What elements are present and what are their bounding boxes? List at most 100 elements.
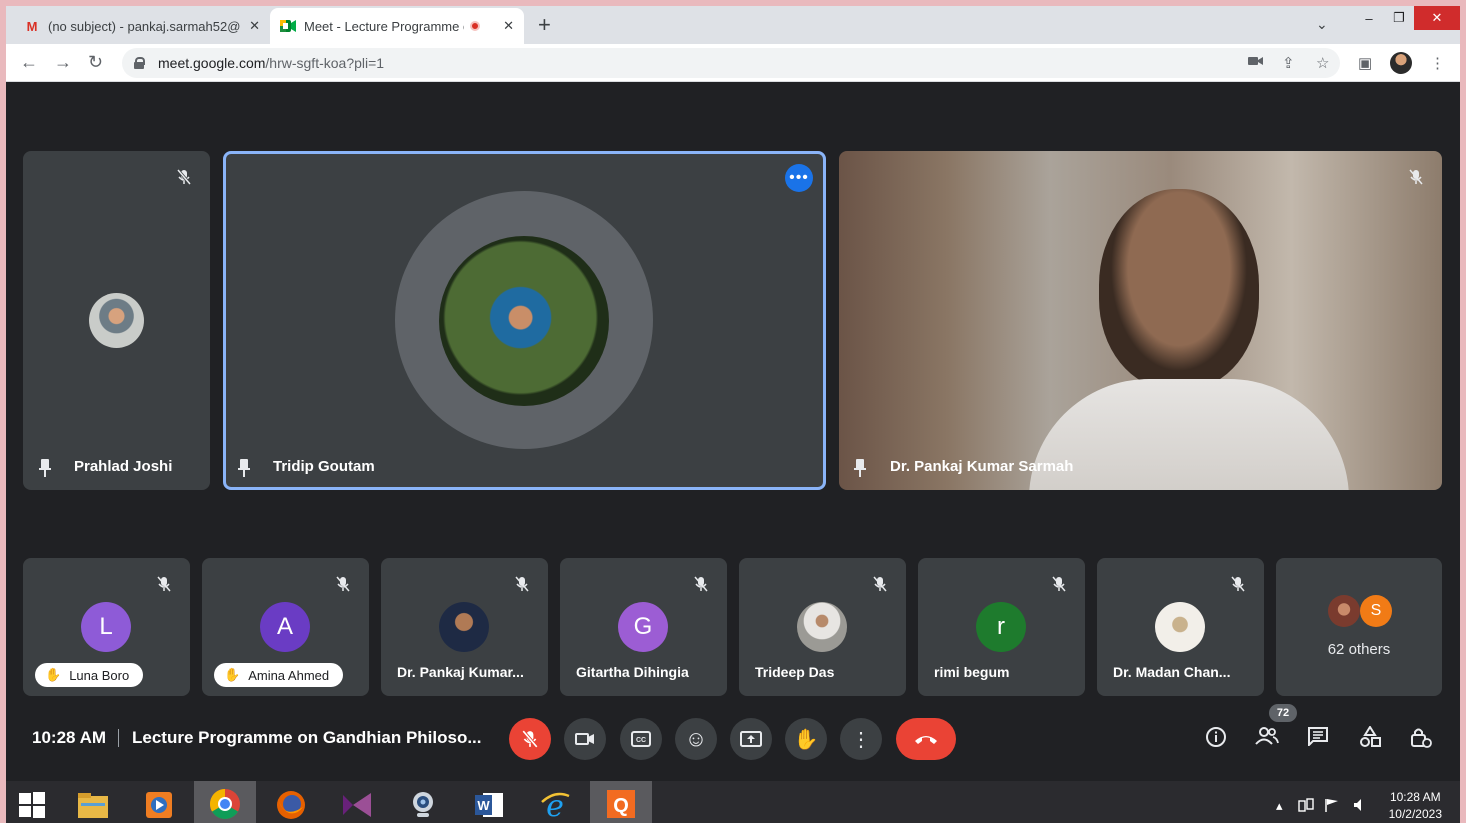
minimize-icon[interactable]: –: [1354, 6, 1384, 30]
share-icon[interactable]: ⇪: [1282, 54, 1295, 72]
webcam-icon: [413, 792, 433, 817]
camera-indicator-icon[interactable]: [1248, 54, 1264, 71]
raised-hand-chip: ✋ Luna Boro: [35, 663, 144, 687]
pin-icon[interactable]: [238, 459, 250, 477]
participant-tile[interactable]: Dr. Pankaj Kumar...: [381, 558, 548, 696]
tab-title: (no subject) - pankaj.sarmah52@: [48, 18, 241, 34]
taskbar-internet-explorer[interactable]: e: [524, 781, 586, 823]
microphone-toggle-button[interactable]: [509, 718, 551, 760]
taskbar-firefox[interactable]: [260, 781, 322, 823]
participant-avatar: [439, 602, 489, 652]
participant-name: Prahlad Joshi: [74, 458, 173, 475]
taskbar-q-app[interactable]: Q: [590, 781, 652, 823]
participant-name: Amina Ahmed: [248, 667, 330, 683]
others-count: 62 others: [1327, 641, 1391, 658]
mic-off-icon: [333, 574, 353, 594]
tab-search-icon[interactable]: ⌄: [1316, 16, 1328, 33]
speaking-indicator-icon: •••: [785, 164, 813, 192]
browser-toolbar: ← → ↻ meet.google.com/hrw-sgft-koa?pli=1…: [6, 44, 1460, 82]
side-panel-icon[interactable]: ▣: [1358, 54, 1372, 72]
mic-off-icon: [154, 574, 174, 594]
network-icon[interactable]: [1298, 798, 1314, 815]
close-tab-icon[interactable]: ✕: [503, 18, 514, 34]
captions-button[interactable]: CC: [620, 718, 662, 760]
mic-off-icon: [870, 574, 890, 594]
participant-tile[interactable]: A ✋ Amina Ahmed: [202, 558, 369, 696]
participant-initial-avatar: L: [81, 602, 131, 652]
pin-icon[interactable]: [854, 459, 866, 477]
taskbar-file-explorer[interactable]: [62, 781, 124, 823]
more-options-button[interactable]: ⋮: [840, 718, 882, 760]
participant-initial-avatar: A: [260, 602, 310, 652]
participant-tile[interactable]: Trideep Das: [739, 558, 906, 696]
back-icon[interactable]: ←: [20, 52, 38, 73]
participant-tile-active-speaker[interactable]: ••• Tridip Goutam: [223, 151, 826, 490]
lock-icon: [134, 57, 145, 69]
divider: [118, 729, 119, 747]
chat-icon[interactable]: [1307, 726, 1329, 752]
leave-call-button[interactable]: [896, 718, 956, 760]
participant-tile[interactable]: r rimi begum: [918, 558, 1085, 696]
close-window-icon[interactable]: ✕: [1414, 6, 1460, 30]
address-bar[interactable]: meet.google.com/hrw-sgft-koa?pli=1: [122, 48, 1340, 78]
participant-name: Trideep Das: [755, 664, 835, 680]
svg-text:CC: CC: [636, 737, 646, 744]
reload-icon[interactable]: ↻: [88, 52, 103, 73]
present-icon: [740, 731, 762, 747]
activities-icon[interactable]: [1359, 725, 1381, 754]
restore-icon[interactable]: ❐: [1384, 6, 1414, 30]
participant-name: rimi begum: [934, 664, 1010, 680]
chrome-icon: [209, 788, 240, 819]
raise-hand-button[interactable]: ✋: [785, 718, 827, 760]
people-icon[interactable]: [1255, 726, 1279, 752]
action-center-flag-icon[interactable]: [1324, 798, 1340, 815]
bookmark-star-icon[interactable]: ☆: [1316, 54, 1329, 72]
taskbar-chrome[interactable]: [194, 781, 256, 823]
profile-avatar[interactable]: [1390, 52, 1412, 74]
tab-gmail[interactable]: M (no subject) - pankaj.sarmah52@ ✕: [14, 8, 270, 44]
camera-toggle-button[interactable]: [564, 718, 606, 760]
taskbar-word[interactable]: W: [458, 781, 520, 823]
participant-tile[interactable]: L ✋ Luna Boro: [23, 558, 190, 696]
mic-off-icon: [174, 167, 194, 187]
taskbar-webcam-app[interactable]: [392, 781, 454, 823]
participant-name: Luna Boro: [69, 667, 130, 683]
mic-off-icon: [512, 574, 532, 594]
tab-meet[interactable]: Meet - Lecture Programme c ✕: [270, 8, 524, 44]
present-screen-button[interactable]: [730, 718, 772, 760]
show-hidden-icons[interactable]: ▴: [1276, 798, 1283, 814]
mic-off-icon: [1228, 574, 1248, 594]
taskbar-clock[interactable]: 10:28 AM 10/2/2023: [1389, 789, 1442, 823]
windows-logo-icon: [19, 792, 45, 818]
meeting-details-icon[interactable]: [1205, 726, 1227, 754]
reactions-button[interactable]: ☺: [675, 718, 717, 760]
participant-count-badge: 72: [1269, 704, 1297, 722]
windows-start-button[interactable]: [6, 781, 58, 823]
camera-icon: [575, 733, 594, 745]
mic-off-icon: [522, 730, 538, 748]
raised-hand-icon: ✋: [45, 667, 62, 682]
participant-tile[interactable]: G Gitartha Dihingia: [560, 558, 727, 696]
participant-tile[interactable]: Prahlad Joshi: [23, 151, 210, 490]
video-person-shirt: [1029, 379, 1349, 490]
video-person-head: [1099, 189, 1259, 389]
new-tab-button[interactable]: +: [538, 12, 551, 38]
folder-icon: [78, 793, 108, 818]
forward-icon[interactable]: →: [54, 52, 72, 73]
meeting-time: 10:28 AM: [32, 728, 107, 747]
url-path: /hrw-sgft-koa?pli=1: [265, 55, 385, 71]
taskbar-visual-studio[interactable]: [326, 781, 388, 823]
browser-menu-icon[interactable]: ⋮: [1430, 54, 1445, 72]
visual-studio-icon: [343, 793, 371, 817]
raised-hand-icon: ✋: [224, 667, 241, 682]
host-controls-icon[interactable]: [1410, 726, 1432, 754]
participant-video-tile[interactable]: Dr. Pankaj Kumar Sarmah: [839, 151, 1442, 490]
volume-icon[interactable]: [1352, 798, 1366, 815]
participant-tile[interactable]: Dr. Madan Chan...: [1097, 558, 1264, 696]
tab-title: Meet - Lecture Programme c: [304, 18, 464, 34]
taskbar-media-player[interactable]: [128, 781, 190, 823]
others-tile[interactable]: S 62 others: [1276, 558, 1442, 696]
close-tab-icon[interactable]: ✕: [249, 18, 260, 34]
pin-icon[interactable]: [39, 459, 51, 477]
participant-name: Dr. Pankaj Kumar...: [397, 664, 524, 680]
